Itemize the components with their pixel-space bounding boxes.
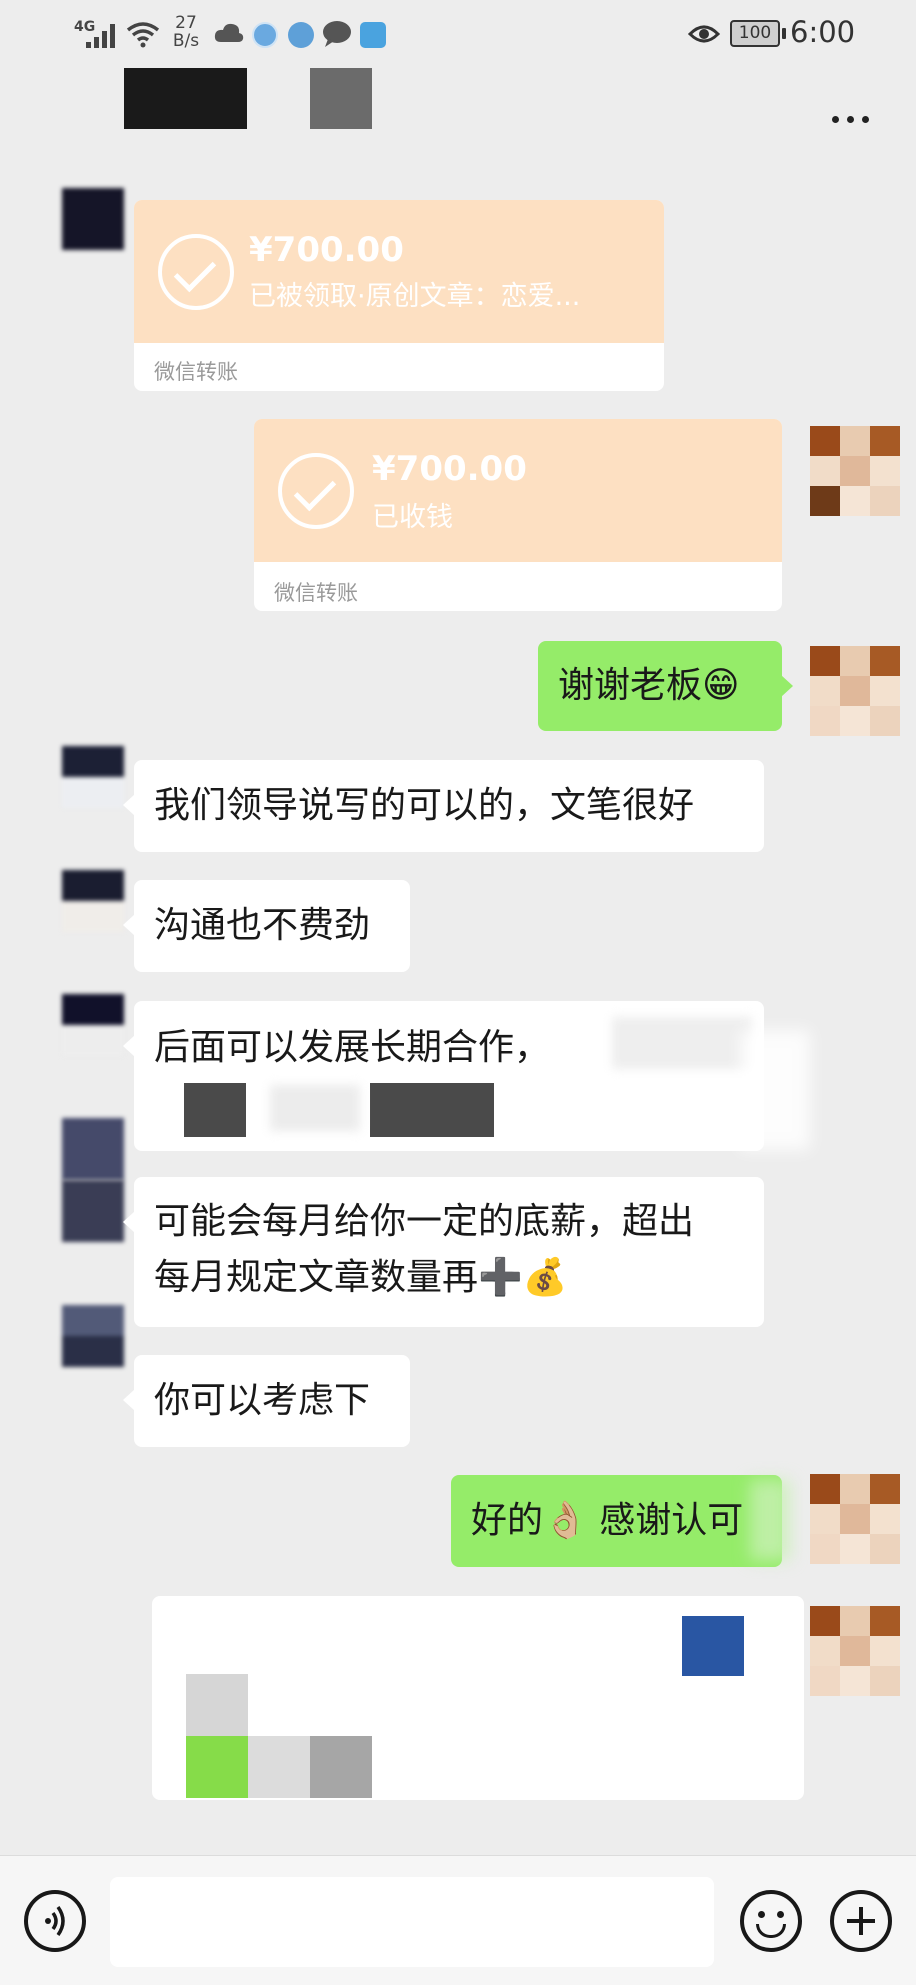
contact-avatar[interactable]: [62, 1305, 124, 1367]
redacted-block: [310, 1736, 372, 1798]
eye-icon: [688, 25, 720, 43]
transfer-footer: 微信转账: [154, 360, 238, 384]
redacted-text-block: [270, 1085, 360, 1131]
plus-icon[interactable]: [830, 1890, 892, 1952]
transfer-card-body: ¥700.00 已被领取·原创文章：恋爱...: [134, 200, 664, 343]
voice-waves-icon: [45, 1905, 65, 1937]
check-circle-icon: [278, 453, 354, 529]
redacted-contact-name: [124, 68, 247, 129]
redacted-text-block: [612, 1017, 752, 1069]
transfer-amount: ¥700.00: [249, 230, 404, 270]
chat-header: [0, 68, 916, 150]
message-text: 谢谢老板😁: [558, 665, 740, 706]
transfer-card-received[interactable]: ¥700.00 已被领取·原创文章：恋爱... 微信转账: [134, 200, 664, 391]
gallery-icon: [360, 22, 386, 48]
network-speed: 27 B/s: [166, 14, 206, 50]
cloud-icon: [214, 23, 244, 42]
wifi-icon: [126, 22, 160, 48]
dot: [832, 116, 839, 123]
received-message[interactable]: 沟通也不费劲: [123, 880, 410, 972]
emoji-icon[interactable]: [740, 1890, 802, 1952]
dot: [862, 116, 869, 123]
sent-message[interactable]: 谢谢老板😁: [538, 641, 793, 731]
contact-avatar[interactable]: [62, 994, 124, 1056]
message-text: 可能会每月给你一定的底薪，超出: [154, 1201, 695, 1242]
message-text: 每月规定文章数量再➕💰: [154, 1257, 568, 1298]
redacted-block: [186, 1674, 248, 1736]
contact-avatar[interactable]: [62, 188, 124, 250]
battery-tip: [782, 28, 786, 39]
message-icon: [323, 21, 351, 47]
received-message[interactable]: 你可以考虑下: [123, 1355, 410, 1447]
contact-avatar[interactable]: [62, 1118, 124, 1180]
transfer-card-sent[interactable]: ¥700.00 已收钱 微信转账: [254, 419, 782, 611]
my-avatar[interactable]: [810, 426, 900, 516]
battery-icon: 100: [730, 20, 780, 47]
more-options-button[interactable]: [826, 110, 876, 130]
message-text: 沟通也不费劲: [154, 905, 371, 946]
received-message[interactable]: 可能会每月给你一定的底薪，超出 每月规定文章数量再➕💰: [123, 1177, 764, 1327]
contact-avatar[interactable]: [62, 870, 124, 932]
speed-value: 27: [175, 13, 197, 33]
check-circle-icon: [158, 234, 234, 310]
browser-icon: [252, 22, 278, 48]
sent-message[interactable]: 好的👌🏼 感谢认可: [451, 1475, 782, 1567]
received-message[interactable]: 后面可以发展长期合作，: [123, 1001, 764, 1151]
message-text: 我们领导说写的可以的，文笔很好: [154, 785, 695, 826]
redacted-block: [682, 1616, 744, 1676]
redacted-link-card[interactable]: [152, 1596, 804, 1800]
emoji-mouth: [756, 1924, 786, 1938]
status-bar: 4G 27 B/s 100 6:00: [0, 0, 916, 68]
my-avatar[interactable]: [810, 1606, 900, 1696]
my-avatar[interactable]: [810, 1474, 900, 1564]
emoji-eye: [777, 1911, 784, 1918]
message-input[interactable]: [110, 1877, 714, 1967]
voice-icon[interactable]: [24, 1890, 86, 1952]
clock: 6:00: [790, 15, 856, 49]
plus-v: [859, 1907, 863, 1935]
transfer-card-body: ¥700.00 已收钱: [254, 419, 782, 562]
redacted-block: [186, 1736, 248, 1798]
transfer-status: 已收钱: [372, 502, 453, 533]
redaction-blur: [740, 1030, 810, 1150]
transfer-amount: ¥700.00: [372, 449, 527, 489]
dot: [847, 116, 854, 123]
contact-avatar[interactable]: [62, 746, 124, 808]
signal-icon: [86, 22, 118, 48]
redaction-blur: [750, 1480, 790, 1560]
input-toolbar: [0, 1855, 916, 1985]
message-text: 后面可以发展长期合作，: [154, 1027, 551, 1068]
redacted-contact-name-part: [310, 68, 372, 129]
battery-level: 100: [738, 23, 772, 43]
speed-unit: B/s: [172, 31, 200, 51]
message-text: 好的👌🏼 感谢认可: [471, 1500, 744, 1541]
transfer-status: 已被领取·原创文章：恋爱...: [249, 281, 581, 312]
redacted-block: [248, 1736, 310, 1798]
transfer-footer: 微信转账: [274, 581, 358, 605]
message-text: 你可以考虑下: [154, 1380, 371, 1421]
redacted-text-block: [184, 1083, 246, 1137]
contact-avatar[interactable]: [62, 1180, 124, 1242]
received-message[interactable]: 我们领导说写的可以的，文笔很好: [123, 760, 764, 852]
app-icon: [288, 22, 314, 48]
emoji-eye: [758, 1911, 765, 1918]
redacted-text-block: [370, 1083, 494, 1137]
my-avatar[interactable]: [810, 646, 900, 736]
